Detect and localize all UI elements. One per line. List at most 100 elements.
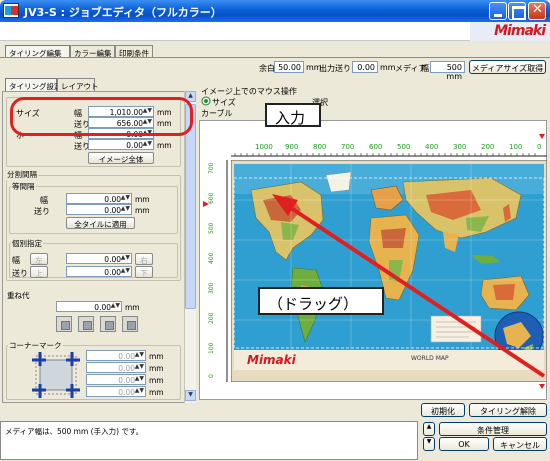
maximize-button[interactable] — [508, 2, 526, 20]
app-icon — [3, 3, 19, 18]
mimaki-logo: Mimaki — [494, 23, 546, 39]
corner-value-3[interactable]: 0.00 ▲▼ — [86, 374, 146, 385]
split-feed-unit: mm — [135, 206, 150, 215]
image-all-button[interactable]: イメージ全体 — [88, 152, 154, 164]
ruler-v-400: 400 — [208, 252, 215, 264]
ind-left-button[interactable]: 左 — [30, 253, 48, 265]
ruler-label-600: 600 — [369, 143, 382, 151]
radio-size-label: サイズ — [212, 98, 236, 107]
margin-field[interactable]: 50.00 — [274, 61, 304, 73]
margin-label: 余白 — [259, 64, 275, 73]
cancel-button[interactable]: キャンセル — [493, 437, 547, 451]
overlap-right-button[interactable] — [100, 316, 116, 332]
ruler-v-700: 700 — [208, 162, 215, 174]
ruler-label-300: 300 — [453, 143, 466, 151]
equal-spacing-title: 等間隔 — [11, 181, 36, 192]
conditions-button[interactable]: 条件管理 — [439, 422, 547, 436]
ruler-left: 700 600 500 400 300 200 100 0 — [208, 162, 215, 378]
ruler-top: 1000 900 800 700 600 500 400 300 200 100… — [255, 143, 541, 151]
overlap-left-button[interactable] — [56, 316, 72, 332]
corner-value-1[interactable]: 0.00 ▲▼ — [86, 350, 146, 361]
status-message: メディア幅は、500 mm (手入力) です。 — [5, 427, 144, 436]
initialize-button[interactable]: 初期化 — [421, 403, 465, 417]
drag-callout: （ドラッグ） — [258, 287, 384, 315]
input-highlight-oval — [10, 97, 193, 136]
ind-right-button[interactable]: 右 — [135, 253, 153, 265]
size-row3-feed-unit: mm — [157, 141, 172, 150]
overlap-all-button[interactable] — [122, 316, 138, 332]
ind-bottom-button[interactable]: 下 — [135, 266, 153, 278]
ruler-v-100: 100 — [208, 342, 215, 354]
split-width-label: 幅 — [40, 196, 48, 205]
ruler-v-0: 0 — [208, 374, 215, 378]
brand-band: Mimaki — [0, 22, 550, 41]
ind-feed-input[interactable]: 0.00 ▲▼ — [66, 266, 132, 277]
ind-feed-label: 送り — [12, 269, 28, 278]
minimize-button[interactable] — [489, 2, 507, 20]
ruler-v-200: 200 — [208, 312, 215, 324]
split-feed-label: 送り — [34, 207, 50, 216]
overlap-center-button[interactable] — [78, 316, 94, 332]
scroll-thumb[interactable] — [185, 104, 196, 309]
ruler-label-500: 500 — [397, 143, 410, 151]
window-title: JV3-S : ジョブエディタ（フルカラー） — [24, 6, 222, 19]
corner-value-2[interactable]: 0.00 ▲▼ — [86, 362, 146, 373]
individual-title: 個別指定 — [11, 238, 43, 249]
size-row3-feed-input[interactable]: 0.00 ▲▼ — [88, 139, 154, 150]
corner-mark-title: コーナーマーク — [8, 340, 63, 351]
ind-width-label: 幅 — [12, 256, 20, 265]
status-area: メディア幅は、500 mm (手入力) です。 — [0, 421, 418, 460]
ruler-label-100: 100 — [509, 143, 522, 151]
media-width-field[interactable]: 500 mm — [430, 61, 465, 81]
feed-unit: mm — [380, 63, 396, 72]
corner-value-4[interactable]: 0.00 ▲▼ — [86, 386, 146, 397]
ind-top-button[interactable]: 上 — [30, 266, 48, 278]
split-group-title: 分割間隔 — [6, 169, 38, 180]
corner-unit-2: mm — [149, 364, 164, 373]
ind-width-input[interactable]: 0.00 ▲▼ — [66, 253, 132, 264]
ruler-v-300: 300 — [208, 282, 215, 294]
overlap-title: 重ね代 — [6, 290, 31, 301]
scroll-down-icon[interactable]: ▼ — [185, 390, 196, 401]
close-button[interactable] — [528, 2, 546, 20]
corner-unit-3: mm — [149, 376, 164, 385]
media-width-label: 幅 — [421, 64, 429, 73]
feed-label: 送り — [335, 64, 351, 73]
ruler-label-700: 700 — [341, 143, 354, 151]
apply-all-tiles-button[interactable]: 全タイルに適用 — [66, 217, 135, 229]
ruler-label-1000: 1000 — [255, 143, 273, 151]
ruler-v-500: 500 — [208, 222, 215, 234]
status-scroll-down-icon[interactable]: ▼ — [423, 437, 435, 451]
tab-layout[interactable]: レイアウト — [57, 78, 99, 91]
output-label: 出力 — [319, 64, 335, 73]
status-scroll-up-icon[interactable]: ▲ — [423, 422, 435, 436]
mouse-op-title: イメージ上でのマウス操作 — [201, 87, 297, 96]
feed-field[interactable]: 0.00 — [352, 61, 378, 73]
overlap-input[interactable]: 0.00 ▲▼ — [56, 301, 122, 312]
radio-size[interactable] — [201, 96, 211, 106]
title-bar: JV3-S : ジョブエディタ（フルカラー） — [0, 0, 550, 22]
drag-arrow — [272, 194, 546, 378]
top-marker-icon — [539, 134, 545, 139]
corner-mark-icon — [32, 352, 80, 398]
ruler-label-200: 200 — [481, 143, 494, 151]
ruler-label-800: 800 — [313, 143, 326, 151]
tab-tiling-settings[interactable]: タイリング設定 — [5, 78, 62, 91]
overlap-unit: mm — [125, 303, 140, 312]
panel-scrollbar[interactable]: ▲ ▼ — [184, 91, 196, 403]
split-width-unit: mm — [135, 195, 150, 204]
ok-button[interactable]: OK — [439, 437, 489, 451]
curve-label: カーブル — [201, 109, 233, 118]
media-size-button[interactable]: メディアサイズ取得 — [469, 60, 546, 74]
split-feed-input[interactable]: 0.00 ▲▼ — [66, 204, 132, 215]
ruler-label-400: 400 — [425, 143, 438, 151]
tiling-clear-button[interactable]: タイリング解除 — [469, 403, 547, 417]
ruler-label-900: 900 — [285, 143, 298, 151]
ruler-v-600: 600 — [208, 192, 215, 204]
split-width-input[interactable]: 0.00 ▲▼ — [66, 193, 132, 204]
corner-unit-1: mm — [149, 352, 164, 361]
corner-unit-4: mm — [149, 388, 164, 397]
ruler-label-0: 0 — [537, 143, 541, 151]
input-callout: 入力 — [265, 103, 321, 127]
arrowhead-icon — [272, 194, 298, 216]
